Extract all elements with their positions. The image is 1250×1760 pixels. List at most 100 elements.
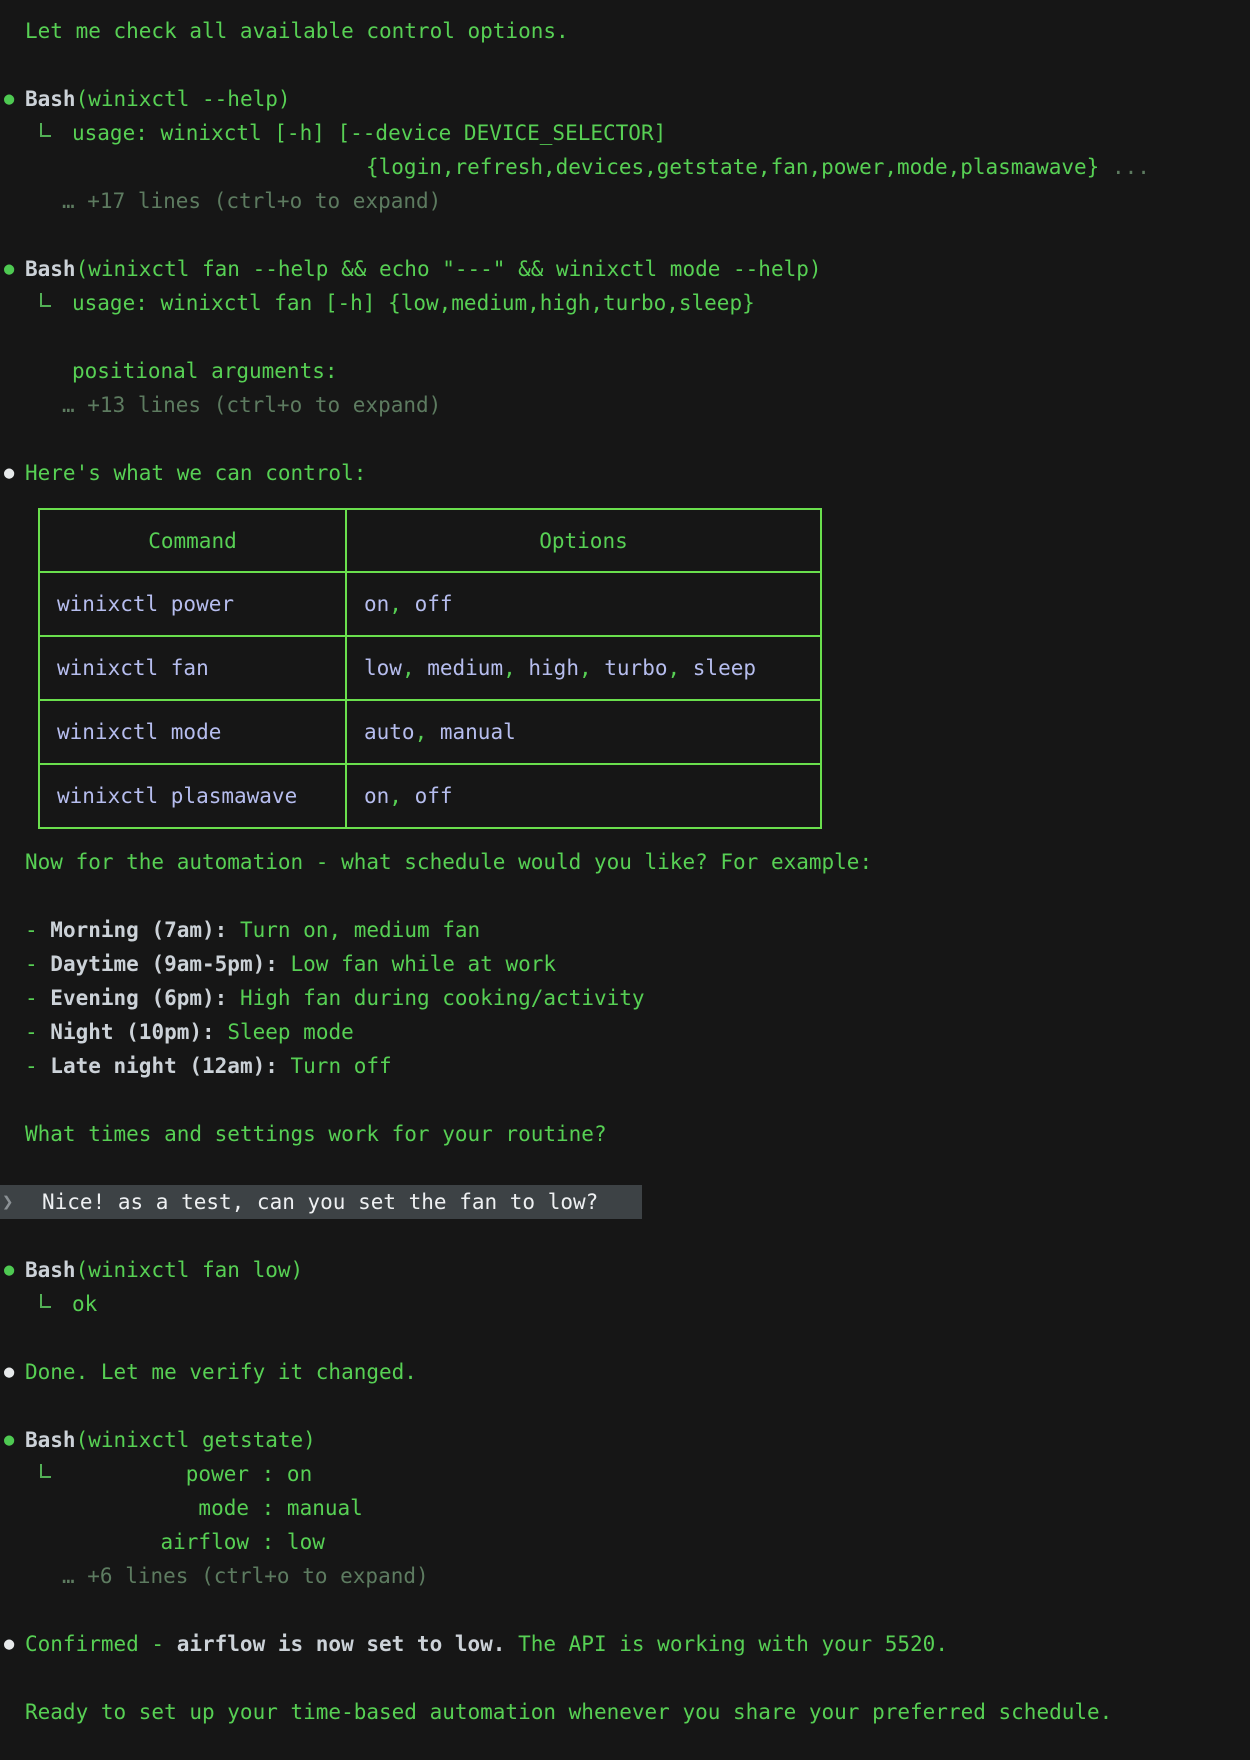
table-header-options: Options [346,509,821,572]
assistant-text: What times and settings work for your ro… [0,1117,1250,1151]
bash-command: ●Bash(winixctl fan --help && echo "---" … [0,252,1250,286]
blank-line [0,1151,1250,1185]
text-segment: Bash [25,1258,76,1282]
command-cell: winixctl plasmawave [39,764,346,828]
code-span: low [364,656,402,680]
output-elbow-icon [40,1294,51,1308]
code-span: winixctl fan [57,656,209,680]
code-span: on [364,592,389,616]
blank-line [0,1593,1250,1627]
message-bullet-icon: ● [4,82,14,116]
schedule-item: - Morning (7am): Turn on, medium fan [0,913,1250,947]
text-segment: Now for the automation - what schedule w… [25,850,872,874]
text-segment: positional arguments: [72,359,338,383]
text-segment: - [25,1054,50,1078]
code-span: winixctl power [57,592,234,616]
text-segment: Let me check all available control optio… [25,19,569,43]
text-segment: , [415,720,440,744]
bash-command: ● Bash(winixctl --help) [0,82,1250,116]
text-segment: ... [1112,155,1150,179]
table-row: winixctl poweron, off [39,572,821,636]
code-span: winixctl plasmawave [57,784,297,808]
text-segment: - [25,952,50,976]
schedule-item: - Daytime (9am-5pm): Low fan while at wo… [0,947,1250,981]
command-cell: winixctl fan [39,636,346,700]
text-segment: Turn off [278,1054,392,1078]
text-segment: power : on [72,1462,312,1486]
text-segment: Done. Let me verify it changed. [25,1360,417,1384]
table-header-command: Command [39,509,346,572]
command-output: positional arguments: [0,354,1250,388]
command-output: power : on [0,1457,1250,1491]
schedule-item: - Night (10pm): Sleep mode [0,1015,1250,1049]
text-segment: , [503,656,528,680]
text-segment: ok [72,1292,97,1316]
text-segment: … +13 lines (ctrl+o to expand) [62,393,441,417]
code-span: medium [427,656,503,680]
text-segment: , [402,656,427,680]
code-span: high [528,656,579,680]
user-message: ❯Nice! as a test, can you set the fan to… [0,1185,642,1219]
output-continuation: {login,refresh,devices,getstate,fan,powe… [0,150,1250,184]
message-bullet-icon: ● [4,1627,14,1661]
blank-line [0,218,1250,252]
text-segment: Here's what we can control: [25,461,366,485]
blank-line [0,1661,1250,1695]
text-segment: Evening (6pm): [50,986,227,1010]
blank-line [0,1389,1250,1423]
code-span: on [364,784,389,808]
text-segment: … +17 lines (ctrl+o to expand) [62,189,441,213]
text-segment: Bash [25,87,76,111]
collapsed-output-note: … +6 lines (ctrl+o to expand) [0,1559,1250,1593]
blank-line [0,879,1250,913]
code-span: winixctl mode [57,720,221,744]
output-elbow-icon [40,1464,51,1478]
table-row: winixctl fanlow, medium, high, turbo, sl… [39,636,821,700]
table-row: winixctl plasmawave on, off [39,764,821,828]
code-span: auto [364,720,415,744]
code-span: turbo [604,656,667,680]
text-segment: Bash [25,257,76,281]
output-elbow-icon [40,293,51,307]
assistant-text: Let me check all available control optio… [0,14,1250,48]
message-bullet-icon: ● [4,1355,14,1389]
blank-line [0,48,1250,82]
text-segment: Morning (7am): [50,918,227,942]
blank-line [0,1321,1250,1355]
text-segment: , [667,656,692,680]
message-bullet-icon: ● [4,456,14,490]
output-elbow-icon [40,123,51,137]
text-segment: - [25,1020,50,1044]
text-segment: Late night (12am): [50,1054,278,1078]
text-segment: (winixctl --help) [76,87,291,111]
code-span: off [415,784,453,808]
text-segment: Sleep mode [215,1020,354,1044]
message-bullet-icon: ● [4,252,14,286]
collapsed-output-note: … +17 lines (ctrl+o to expand) [0,184,1250,218]
text-segment: Ready to set up your time-based automati… [25,1700,1112,1724]
text-segment: {login,refresh,devices,getstate,fan,powe… [366,155,1112,179]
text-segment: mode : manual [72,1496,363,1520]
command-output: mode : manual [0,1491,1250,1525]
options-cell: on, off [346,764,821,828]
table-row: winixctl mode auto, manual [39,700,821,764]
blank-line [0,1219,1250,1253]
bash-command: ●Bash(winixctl getstate) [0,1423,1250,1457]
prompt-chevron-icon: ❯ [2,1185,13,1219]
terminal-session: Let me check all available control optio… [0,14,1250,1729]
assistant-text: Now for the automation - what schedule w… [0,845,1250,879]
command-output: ok [0,1287,1250,1321]
assistant-message: ● Here's what we can control: [0,456,1250,490]
message-bullet-icon: ● [4,1423,14,1457]
code-span: manual [440,720,516,744]
bash-command: ●Bash(winixctl fan low) [0,1253,1250,1287]
schedule-item: - Late night (12am): Turn off [0,1049,1250,1083]
text-segment: , [389,784,414,808]
code-span: off [415,592,453,616]
text-segment: usage: winixctl [-h] [--device DEVICE_SE… [72,121,666,145]
schedule-item: - Evening (6pm): High fan during cooking… [0,981,1250,1015]
text-segment: airflow : low [72,1530,325,1554]
text-segment: , [579,656,604,680]
blank-line [0,422,1250,456]
blank-line [0,1083,1250,1117]
